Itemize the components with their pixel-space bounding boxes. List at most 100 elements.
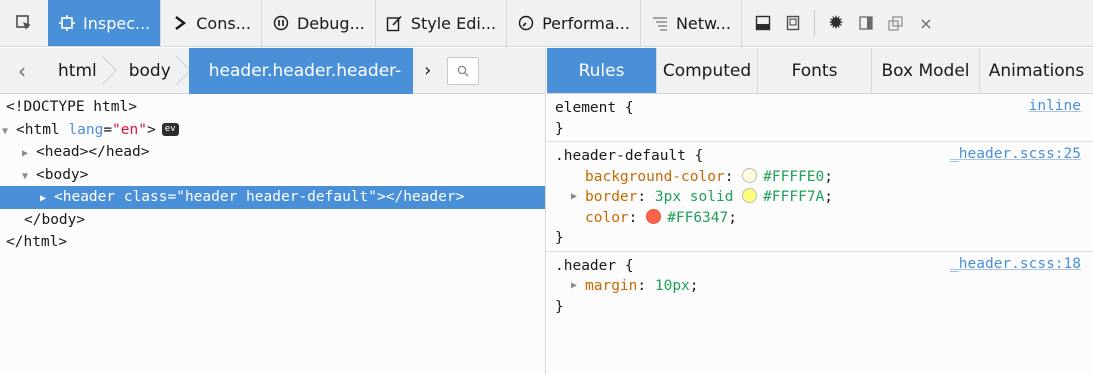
expanded-twisty-icon[interactable]: ▼ (2, 121, 16, 144)
attr-value: "en" (112, 121, 147, 138)
tab-label: Inspec... (83, 13, 151, 33)
tab-label: Fonts (791, 60, 838, 81)
tab-label: Performa... (542, 13, 630, 33)
tab-style-editor[interactable]: Style Edi... (376, 0, 508, 46)
breadcrumb-item-body[interactable]: body (115, 48, 189, 94)
declaration-border[interactable]: ▶ border: 3px solid #FFFF7A; (555, 187, 1085, 208)
property-value[interactable]: #FFFFE0 (763, 169, 824, 185)
toolbar-divider (813, 10, 815, 36)
tag-name: <header class="header header-default"></… (54, 189, 465, 205)
breadcrumb-label: header.header.header- (208, 60, 402, 81)
html-node[interactable]: ▼ <html lang="en"> ev (0, 119, 545, 142)
tab-performance[interactable]: Performa... (507, 0, 641, 46)
collapsed-twisty-icon[interactable]: ▶ (40, 188, 54, 211)
property-value[interactable]: 3px solid (655, 189, 742, 205)
tab-label: Debug... (296, 13, 365, 33)
sidebar-panel: Rules Computed Fonts Box Model Animation… (547, 48, 1093, 374)
tag-name: </html> (6, 234, 68, 250)
split-console-icon (755, 15, 771, 31)
declaration-margin[interactable]: ▶ margin: 10px; (555, 276, 1085, 297)
tag-bracket: > (146, 121, 156, 138)
close-button[interactable]: × (911, 8, 941, 38)
rule-source-link[interactable]: _header.scss:25 (950, 146, 1081, 162)
html-close-node[interactable]: </html> (0, 231, 545, 254)
event-badge[interactable]: ev (161, 123, 179, 136)
header-node-selected[interactable]: ▶ <header class="header header-default"><… (0, 186, 545, 209)
tab-network[interactable]: Netw... (641, 0, 742, 46)
breadcrumb-label: html (58, 60, 97, 81)
color-swatch[interactable] (742, 188, 758, 203)
collapsed-twisty-icon[interactable]: ▶ (22, 143, 36, 166)
element-picker-button[interactable] (0, 0, 48, 46)
property-value[interactable]: 10px (655, 278, 690, 294)
expanded-twisty-icon[interactable]: ▼ (22, 166, 36, 189)
tab-label: Animations (988, 60, 1085, 81)
search-icon (457, 65, 469, 76)
declaration-background-color[interactable]: background-color: #FFFFE0; (555, 167, 1085, 188)
console-icon (171, 14, 189, 32)
undock-icon (888, 15, 904, 31)
tab-label: Rules (578, 60, 625, 81)
doctype-node[interactable]: <!DOCTYPE html> (0, 96, 545, 119)
breadcrumb-forward-button[interactable]: › (413, 60, 443, 81)
element-picker-icon (16, 15, 31, 30)
attr-name: lang (68, 121, 104, 138)
property-name[interactable]: border (585, 189, 637, 205)
head-node[interactable]: ▶ <head></head> (0, 141, 545, 164)
expand-twisty-icon[interactable]: ▶ (571, 187, 577, 208)
tab-debugger[interactable]: Debug... (262, 0, 376, 46)
tab-fonts[interactable]: Fonts (758, 48, 872, 93)
tab-console[interactable]: Cons... (161, 0, 262, 46)
tab-inspector[interactable]: Inspec... (48, 0, 162, 46)
breadcrumb: ‹ html body header.header.header- › (0, 47, 545, 94)
rule-header: .header { _header.scss:18 ▶ margin: 10px… (547, 252, 1093, 320)
tab-box-model[interactable]: Box Model (872, 48, 980, 93)
rule-selector[interactable]: element { (555, 98, 1085, 119)
style-editor-icon (386, 14, 404, 32)
rule-close: } (555, 230, 564, 246)
property-value[interactable]: #FF6347 (667, 210, 728, 226)
performance-icon (517, 14, 535, 32)
breadcrumb-item-header[interactable]: header.header.header- (188, 47, 413, 94)
property-name[interactable]: margin (585, 278, 637, 294)
inspector-icon (58, 14, 76, 32)
gear-icon: ✹ (827, 12, 844, 34)
rule-header-default: .header-default { _header.scss:25 backgr… (547, 142, 1093, 252)
rule-close: } (555, 298, 564, 315)
tag-name: <head></head> (36, 144, 150, 160)
color-swatch[interactable] (646, 208, 662, 224)
tab-label: Computed (662, 60, 752, 81)
rule-source-link[interactable]: inline (1029, 98, 1081, 114)
markup-panel: ‹ html body header.header.header- › <!DO… (0, 47, 546, 374)
property-value[interactable]: #FFFF7A (763, 189, 824, 205)
undock-button[interactable] (881, 8, 911, 38)
body-close-node[interactable]: </body> (0, 209, 545, 232)
dock-side-button[interactable] (851, 8, 881, 38)
property-name[interactable]: color (585, 210, 629, 226)
markup-search-button[interactable] (446, 56, 479, 85)
responsive-mode-icon (786, 15, 800, 31)
tab-rules[interactable]: Rules (547, 48, 657, 93)
sidebar-tabs: Rules Computed Fonts Box Model Animation… (547, 48, 1093, 94)
dock-side-icon (859, 16, 873, 30)
property-name[interactable]: background-color (585, 169, 725, 185)
tab-label: Netw... (675, 13, 731, 33)
devtools-toolbar: Inspec... Cons... Debug... Style Edi... … (0, 0, 1093, 47)
tag-name: <body> (36, 166, 89, 183)
tag-name: <html (16, 121, 60, 138)
tab-animations[interactable]: Animations (980, 48, 1093, 93)
settings-button[interactable]: ✹ (821, 8, 851, 38)
tab-computed[interactable]: Computed (657, 48, 758, 93)
expand-twisty-icon[interactable]: ▶ (571, 276, 577, 297)
breadcrumb-back-button[interactable]: ‹ (0, 59, 44, 83)
responsive-mode-button[interactable] (778, 8, 808, 38)
split-console-button[interactable] (748, 8, 778, 38)
chevron-left-icon: ‹ (18, 58, 26, 83)
rules-list: element { inline } .header-default { _he… (547, 94, 1093, 319)
color-swatch[interactable] (742, 167, 758, 183)
body-node[interactable]: ▼ <body> (0, 164, 545, 187)
toolbar-commands: ✹ × (748, 0, 941, 46)
rule-source-link[interactable]: _header.scss:18 (950, 256, 1081, 272)
breadcrumb-item-html[interactable]: html (44, 48, 115, 94)
declaration-color[interactable]: color: #FF6347; (555, 208, 1085, 229)
